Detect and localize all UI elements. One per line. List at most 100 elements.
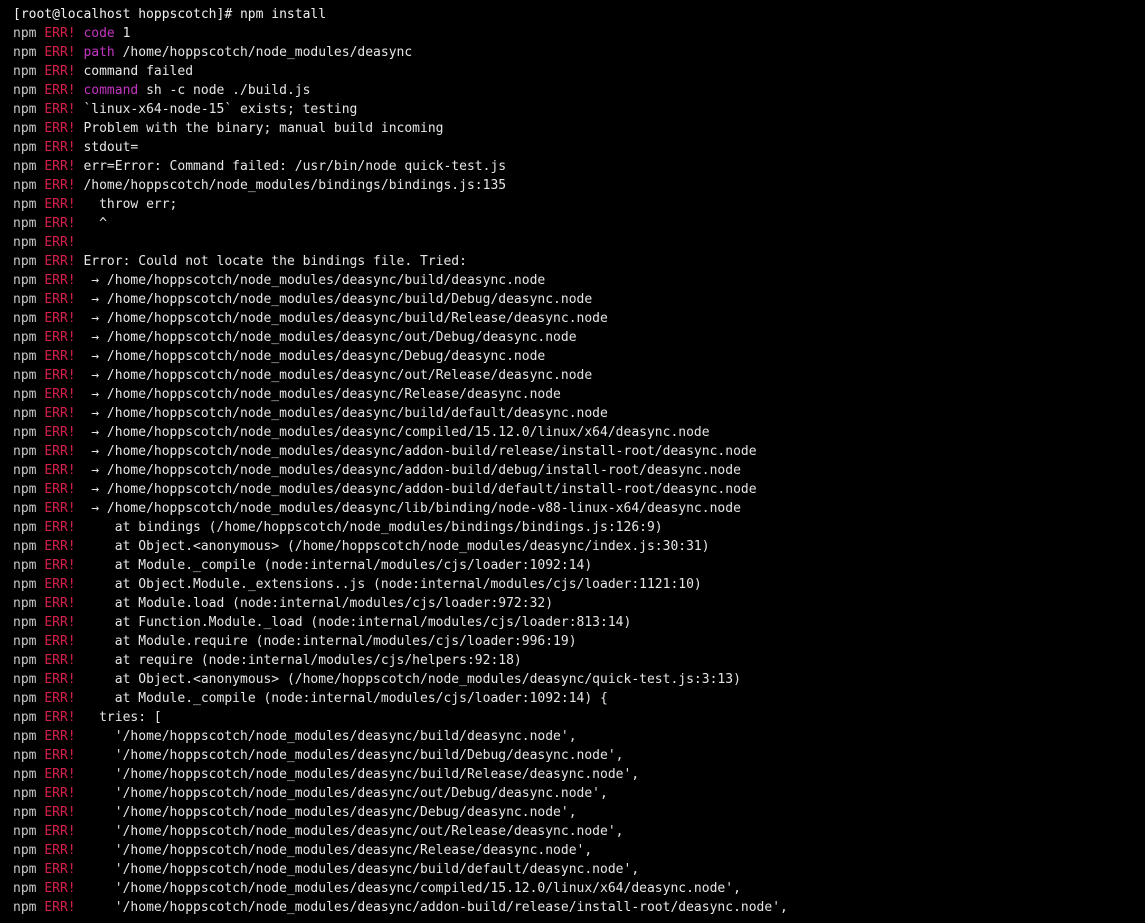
npm-prefix: npm <box>13 634 37 649</box>
log-line: npm ERR! → /home/hoppscotch/node_modules… <box>13 385 1145 404</box>
npm-prefix: npm <box>13 862 37 877</box>
npm-prefix: npm <box>13 159 37 174</box>
npm-prefix: npm <box>13 254 37 269</box>
log-message: Problem with the binary; manual build in… <box>83 121 444 136</box>
log-message: '/home/hoppscotch/node_modules/deasync/a… <box>83 900 788 915</box>
err-level: ERR! <box>44 786 76 801</box>
log-key: path <box>83 45 115 60</box>
log-line: npm ERR! '/home/hoppscotch/node_modules/… <box>13 879 1145 898</box>
err-level: ERR! <box>44 254 76 269</box>
log-message: → /home/hoppscotch/node_modules/deasync/… <box>83 349 546 364</box>
terminal-window[interactable]: [root@localhost hoppscotch]# npm install… <box>0 0 1145 923</box>
err-level: ERR! <box>44 767 76 782</box>
npm-prefix: npm <box>13 520 37 535</box>
npm-prefix: npm <box>13 368 37 383</box>
log-message: → /home/hoppscotch/node_modules/deasync/… <box>83 406 608 421</box>
err-level: ERR! <box>44 729 76 744</box>
log-line: npm ERR! throw err; <box>13 195 1145 214</box>
npm-prefix: npm <box>13 596 37 611</box>
log-message: 1 <box>114 26 131 41</box>
log-message: sh -c node ./build.js <box>138 83 311 98</box>
npm-prefix: npm <box>13 121 37 136</box>
npm-prefix: npm <box>13 691 37 706</box>
log-line: npm ERR! at Module.require (node:interna… <box>13 632 1145 651</box>
log-line: npm ERR! '/home/hoppscotch/node_modules/… <box>13 746 1145 765</box>
err-level: ERR! <box>44 235 76 250</box>
log-message: '/home/hoppscotch/node_modules/deasync/o… <box>83 824 624 839</box>
npm-prefix: npm <box>13 748 37 763</box>
err-level: ERR! <box>44 501 76 516</box>
log-message: '/home/hoppscotch/node_modules/deasync/b… <box>83 862 640 877</box>
log-message: at Module._compile (node:internal/module… <box>83 691 608 706</box>
err-level: ERR! <box>44 292 76 307</box>
log-line: npm ERR! at bindings (/home/hoppscotch/n… <box>13 518 1145 537</box>
err-level: ERR! <box>44 805 76 820</box>
log-message: at Object.<anonymous> (/home/hoppscotch/… <box>83 672 741 687</box>
log-line: npm ERR! at Module.load (node:internal/m… <box>13 594 1145 613</box>
err-level: ERR! <box>44 368 76 383</box>
npm-prefix: npm <box>13 83 37 98</box>
log-line: npm ERR! '/home/hoppscotch/node_modules/… <box>13 898 1145 917</box>
npm-prefix: npm <box>13 406 37 421</box>
npm-prefix: npm <box>13 311 37 326</box>
npm-prefix: npm <box>13 330 37 345</box>
log-message: ^ <box>83 216 107 231</box>
npm-prefix: npm <box>13 501 37 516</box>
log-line: npm ERR! → /home/hoppscotch/node_modules… <box>13 290 1145 309</box>
err-level: ERR! <box>44 748 76 763</box>
err-level: ERR! <box>44 45 76 60</box>
log-message: '/home/hoppscotch/node_modules/deasync/c… <box>83 881 741 896</box>
err-level: ERR! <box>44 900 76 915</box>
err-level: ERR! <box>44 444 76 459</box>
npm-prefix: npm <box>13 881 37 896</box>
log-message: → /home/hoppscotch/node_modules/deasync/… <box>83 387 561 402</box>
log-message: '/home/hoppscotch/node_modules/deasync/o… <box>83 786 608 801</box>
log-line: npm ERR! tries: [ <box>13 708 1145 727</box>
npm-prefix: npm <box>13 482 37 497</box>
log-message: '/home/hoppscotch/node_modules/deasync/b… <box>83 767 640 782</box>
log-line: npm ERR! at Object.<anonymous> (/home/ho… <box>13 670 1145 689</box>
npm-prefix: npm <box>13 786 37 801</box>
log-line: npm ERR! '/home/hoppscotch/node_modules/… <box>13 727 1145 746</box>
log-line: npm ERR! → /home/hoppscotch/node_modules… <box>13 366 1145 385</box>
err-level: ERR! <box>44 653 76 668</box>
log-line: npm ERR! → /home/hoppscotch/node_modules… <box>13 499 1145 518</box>
log-message: at Module.load (node:internal/modules/cj… <box>83 596 554 611</box>
npm-prefix: npm <box>13 425 37 440</box>
log-message: at Module.require (node:internal/modules… <box>83 634 577 649</box>
err-level: ERR! <box>44 121 76 136</box>
log-line: npm ERR! err=Error: Command failed: /usr… <box>13 157 1145 176</box>
log-line: npm ERR! → /home/hoppscotch/node_modules… <box>13 404 1145 423</box>
log-message: → /home/hoppscotch/node_modules/deasync/… <box>83 368 593 383</box>
log-line: npm ERR! at Function.Module._load (node:… <box>13 613 1145 632</box>
log-line: npm ERR! '/home/hoppscotch/node_modules/… <box>13 841 1145 860</box>
log-line: npm ERR! at require (node:internal/modul… <box>13 651 1145 670</box>
err-level: ERR! <box>44 349 76 364</box>
log-line: npm ERR! stdout= <box>13 138 1145 157</box>
err-level: ERR! <box>44 596 76 611</box>
log-line: npm ERR! command sh -c node ./build.js <box>13 81 1145 100</box>
log-line: npm ERR! '/home/hoppscotch/node_modules/… <box>13 803 1145 822</box>
err-level: ERR! <box>44 159 76 174</box>
log-line: npm ERR! at Module._compile (node:intern… <box>13 689 1145 708</box>
log-line: npm ERR! `linux-x64-node-15` exists; tes… <box>13 100 1145 119</box>
log-message: /home/hoppscotch/node_modules/bindings/b… <box>83 178 507 193</box>
npm-prefix: npm <box>13 558 37 573</box>
log-line: npm ERR! → /home/hoppscotch/node_modules… <box>13 328 1145 347</box>
npm-prefix: npm <box>13 615 37 630</box>
log-message: → /home/hoppscotch/node_modules/deasync/… <box>83 482 757 497</box>
err-level: ERR! <box>44 330 76 345</box>
log-message: '/home/hoppscotch/node_modules/deasync/D… <box>83 805 577 820</box>
log-message: '/home/hoppscotch/node_modules/deasync/b… <box>83 748 624 763</box>
err-level: ERR! <box>44 615 76 630</box>
err-level: ERR! <box>44 406 76 421</box>
npm-prefix: npm <box>13 140 37 155</box>
npm-prefix: npm <box>13 653 37 668</box>
npm-prefix: npm <box>13 805 37 820</box>
log-message: → /home/hoppscotch/node_modules/deasync/… <box>83 463 741 478</box>
log-message: stdout= <box>83 140 139 155</box>
err-level: ERR! <box>44 558 76 573</box>
err-level: ERR! <box>44 216 76 231</box>
log-line: npm ERR! at Module._compile (node:intern… <box>13 556 1145 575</box>
log-line: npm ERR! '/home/hoppscotch/node_modules/… <box>13 765 1145 784</box>
